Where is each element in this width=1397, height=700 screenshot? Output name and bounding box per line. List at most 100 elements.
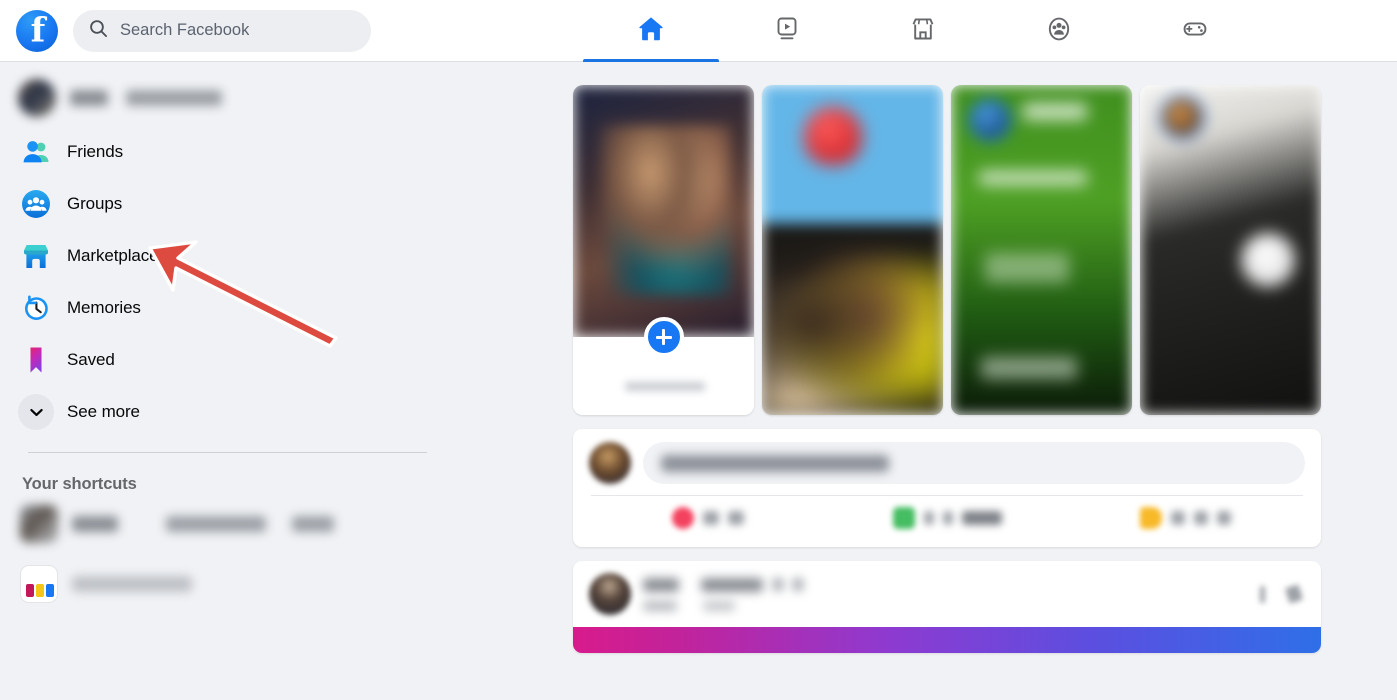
photo-video-icon <box>892 507 915 529</box>
search-input[interactable]: Search Facebook <box>73 9 371 52</box>
sidebar-item-marketplace[interactable]: Marketplace <box>8 230 449 282</box>
story-graphic <box>1241 233 1295 287</box>
top-navigation-bar: Search Facebook <box>0 0 1397 62</box>
groups-icon <box>1045 15 1073 48</box>
sidebar-item-saved[interactable]: Saved <box>8 334 449 386</box>
shortcuts-heading: Your shortcuts <box>22 475 137 493</box>
story-card-create[interactable] <box>573 85 754 415</box>
header-left-section: Search Facebook <box>0 9 371 52</box>
action-label-obscured-2 <box>942 511 953 525</box>
post-author-obscured-2 <box>701 577 763 592</box>
story-thumbnail <box>573 85 754 337</box>
story-card[interactable] <box>951 85 1132 415</box>
post-composer <box>573 429 1321 547</box>
story-thumbnail <box>762 85 943 415</box>
video-icon <box>773 15 801 48</box>
sidebar-item-memories[interactable]: Memories <box>8 282 449 334</box>
tab-video[interactable] <box>719 0 855 62</box>
sidebar-item-label: Saved <box>67 350 115 369</box>
more-options-icon[interactable] <box>1260 585 1265 603</box>
left-sidebar: Friends Groups Marketplace Memories Save… <box>0 62 465 700</box>
shortcut-item[interactable] <box>8 554 449 614</box>
groups-icon <box>18 186 54 222</box>
sidebar-item-label: Marketplace <box>67 246 159 265</box>
post-header <box>573 561 1321 627</box>
story-text-obscured <box>979 171 1087 185</box>
search-icon <box>89 19 108 43</box>
friends-icon <box>18 134 54 170</box>
post-author-obscured-4 <box>793 578 803 591</box>
story-label-obscured <box>625 382 705 391</box>
action-label-obscured-3 <box>961 511 1002 525</box>
tab-groups[interactable] <box>991 0 1127 62</box>
composer-placeholder-obscured <box>661 454 889 472</box>
post-author-obscured <box>643 577 679 592</box>
action-label-obscured-3 <box>1217 511 1232 525</box>
story-author-avatar <box>969 99 1011 141</box>
story-card[interactable] <box>762 85 943 415</box>
sidebar-item-label: Memories <box>67 298 141 317</box>
header-nav-tabs <box>583 0 1263 62</box>
feeling-activity-button[interactable] <box>1066 496 1305 540</box>
sidebar-item-see-more[interactable]: See more <box>8 386 449 438</box>
close-icon[interactable] <box>1284 584 1304 604</box>
saved-icon <box>18 342 54 378</box>
composer-top-row <box>589 442 1305 484</box>
tab-home[interactable] <box>583 0 719 62</box>
sidebar-item-label: Groups <box>67 194 123 213</box>
avatar <box>18 79 56 117</box>
shortcut-item[interactable] <box>8 494 449 554</box>
post-timestamp-obscured <box>643 600 677 611</box>
profile-name-obscured <box>70 90 108 106</box>
stories-tray <box>573 85 1321 415</box>
feeling-activity-icon <box>1140 507 1163 529</box>
story-thumbnail <box>951 85 1132 415</box>
post-author-meta <box>643 577 1260 611</box>
action-label-obscured <box>1171 511 1186 525</box>
shortcut-label-obscured <box>72 516 118 532</box>
composer-actions <box>589 496 1305 540</box>
story-thumbnail <box>1140 85 1321 415</box>
live-video-button[interactable] <box>589 496 828 540</box>
story-author-avatar <box>1160 95 1204 139</box>
shortcut-thumbnail <box>20 565 58 603</box>
sidebar-item-label: Friends <box>67 142 123 161</box>
facebook-logo[interactable] <box>16 9 58 52</box>
avatar[interactable] <box>589 573 631 615</box>
action-label-obscured-2 <box>1194 511 1209 525</box>
action-label-obscured-2 <box>728 511 745 525</box>
story-text-obscured <box>981 357 1077 379</box>
avatar[interactable] <box>589 442 631 484</box>
sidebar-item-profile[interactable] <box>8 70 449 126</box>
live-video-icon <box>672 507 695 529</box>
sidebar-item-friends[interactable]: Friends <box>8 126 449 178</box>
gaming-icon <box>1181 15 1209 48</box>
create-story-button[interactable] <box>643 317 684 357</box>
sidebar-item-groups[interactable]: Groups <box>8 178 449 230</box>
action-label-obscured <box>703 511 720 525</box>
post-audience-obscured <box>703 600 735 611</box>
tab-marketplace[interactable] <box>855 0 991 62</box>
page-body: Friends Groups Marketplace Memories Save… <box>0 62 1397 700</box>
shortcut-thumbnail <box>20 505 58 543</box>
marketplace-icon <box>909 15 937 48</box>
photo-video-button[interactable] <box>828 496 1067 540</box>
shortcut-label-obscured-2 <box>166 516 266 532</box>
profile-name-obscured-2 <box>126 90 222 106</box>
action-label-obscured <box>923 511 934 525</box>
shortcut-label-obscured <box>72 576 192 592</box>
memories-icon <box>18 290 54 326</box>
home-icon <box>636 14 666 49</box>
tab-gaming[interactable] <box>1127 0 1263 62</box>
marketplace-icon <box>18 238 54 274</box>
news-feed <box>573 85 1321 653</box>
story-text-obscured <box>985 253 1069 283</box>
story-text-obscured <box>1023 103 1087 120</box>
chevron-down-icon <box>18 394 54 430</box>
shortcut-label-obscured-3 <box>292 516 334 532</box>
story-card[interactable] <box>1140 85 1321 415</box>
post-media-image[interactable] <box>573 627 1321 653</box>
post-author-obscured-3 <box>773 578 783 591</box>
create-post-input[interactable] <box>643 442 1305 484</box>
see-more-icon-wrap <box>18 394 54 430</box>
